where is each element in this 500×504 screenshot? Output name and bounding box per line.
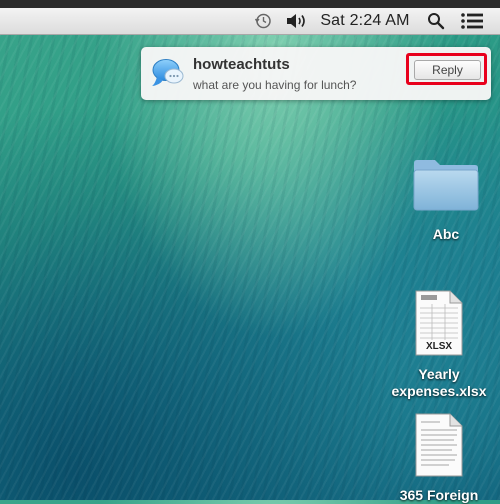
folder-icon [411, 155, 481, 217]
desktop-item-label: expenses.xlsx [391, 383, 487, 399]
menu-bar: Sat 2:24 AM [0, 8, 500, 35]
messages-icon [151, 57, 185, 89]
desktop-item-365-foreign[interactable]: 365 Foreign [386, 413, 492, 504]
desktop-item-abc[interactable]: Abc [396, 155, 496, 243]
menu-clock[interactable]: Sat 2:24 AM [317, 8, 413, 34]
message-notification-banner[interactable]: howteachtuts what are you having for lun… [141, 47, 491, 100]
desktop-item-label: 365 Foreign [399, 487, 479, 503]
notification-message: what are you having for lunch? [193, 78, 357, 92]
xlsx-badge: XLSX [424, 340, 454, 353]
notification-sender: howteachtuts [193, 56, 290, 73]
time-machine-icon[interactable] [252, 8, 274, 34]
xlsx-file-icon: XLSX [414, 290, 464, 356]
volume-icon[interactable] [284, 8, 308, 34]
document-file-icon [414, 413, 464, 477]
desktop-item-yearly-expenses[interactable]: XLSX Yearly expenses.xlsx [386, 290, 492, 400]
window-top-strip [0, 0, 500, 8]
reply-button[interactable]: Reply [414, 60, 481, 80]
desktop-item-label: Abc [432, 226, 460, 242]
spotlight-search-icon[interactable] [425, 8, 447, 34]
notification-center-icon[interactable] [458, 8, 486, 34]
reply-highlight-box: Reply [406, 53, 487, 85]
desktop-item-label: Yearly [418, 366, 460, 382]
